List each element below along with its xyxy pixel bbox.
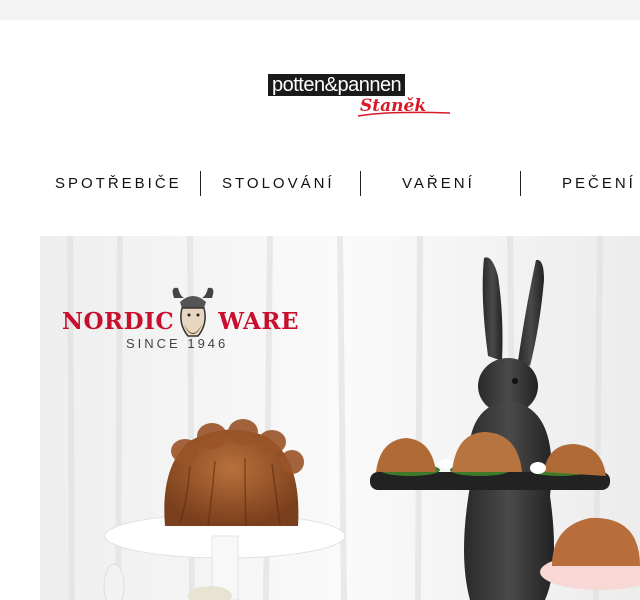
brand-logo-nordic-ware: NORDIC WARE SINCE 1946 (62, 284, 322, 354)
nav-divider (360, 171, 361, 196)
brand-name-right: WARE (218, 308, 300, 335)
nav-item-vareni[interactable]: VAŘENÍ (402, 170, 475, 198)
site-logo[interactable]: potten&pannen Staněk (268, 74, 452, 118)
nav-item-spotrebice[interactable]: SPOTŘEBIČE (55, 170, 182, 198)
nav-divider (520, 171, 521, 196)
top-strip (0, 0, 640, 20)
nav-item-stolovani[interactable]: STOLOVÁNÍ (222, 170, 335, 198)
main-nav: SPOTŘEBIČE STOLOVÁNÍ VAŘENÍ PEČENÍ (0, 170, 640, 198)
brand-since: SINCE 1946 (126, 336, 229, 351)
nav-item-peceni[interactable]: PEČENÍ (562, 170, 636, 198)
viking-head-icon (172, 287, 214, 337)
logo-wordmark: potten&pannen (268, 74, 406, 96)
logo-swoosh-icon (357, 111, 451, 117)
brand-name-left: NORDIC (62, 308, 175, 335)
nav-divider (200, 171, 201, 196)
hero-banner[interactable]: NORDIC WARE SINCE 1946 (40, 236, 640, 600)
